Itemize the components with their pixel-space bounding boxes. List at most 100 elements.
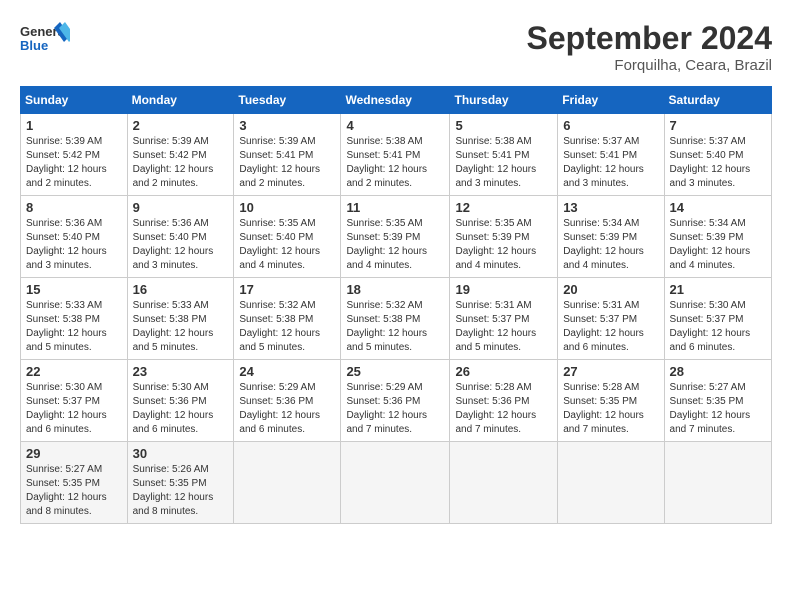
col-wednesday: Wednesday (341, 87, 450, 114)
calendar-cell: 7 Sunrise: 5:37 AM Sunset: 5:40 PM Dayli… (664, 114, 771, 196)
calendar-cell: 4 Sunrise: 5:38 AM Sunset: 5:41 PM Dayli… (341, 114, 450, 196)
day-number: 21 (670, 282, 766, 297)
svg-text:Blue: Blue (20, 38, 48, 53)
calendar-cell: 21 Sunrise: 5:30 AM Sunset: 5:37 PM Dayl… (664, 278, 771, 360)
day-info: Sunrise: 5:34 AM Sunset: 5:39 PM Dayligh… (670, 217, 766, 273)
day-info: Sunrise: 5:27 AM Sunset: 5:35 PM Dayligh… (26, 463, 122, 519)
day-number: 2 (133, 118, 229, 133)
calendar-cell: 2 Sunrise: 5:39 AM Sunset: 5:42 PM Dayli… (127, 114, 234, 196)
month-title: September 2024 (527, 20, 772, 57)
header: General Blue September 2024 Forquilha, C… (20, 20, 772, 74)
day-number: 10 (239, 200, 335, 215)
logo: General Blue (20, 20, 70, 60)
day-info: Sunrise: 5:35 AM Sunset: 5:40 PM Dayligh… (239, 217, 335, 273)
col-friday: Friday (558, 87, 664, 114)
calendar-cell: 20 Sunrise: 5:31 AM Sunset: 5:37 PM Dayl… (558, 278, 664, 360)
day-info: Sunrise: 5:33 AM Sunset: 5:38 PM Dayligh… (26, 299, 122, 355)
day-number: 18 (346, 282, 444, 297)
day-number: 19 (455, 282, 552, 297)
calendar-cell: 12 Sunrise: 5:35 AM Sunset: 5:39 PM Dayl… (450, 196, 558, 278)
day-number: 8 (26, 200, 122, 215)
day-info: Sunrise: 5:35 AM Sunset: 5:39 PM Dayligh… (346, 217, 444, 273)
day-number: 3 (239, 118, 335, 133)
calendar-cell (450, 442, 558, 524)
day-info: Sunrise: 5:36 AM Sunset: 5:40 PM Dayligh… (133, 217, 229, 273)
calendar-cell: 18 Sunrise: 5:32 AM Sunset: 5:38 PM Dayl… (341, 278, 450, 360)
day-info: Sunrise: 5:28 AM Sunset: 5:36 PM Dayligh… (455, 381, 552, 437)
calendar-header-row: Sunday Monday Tuesday Wednesday Thursday… (21, 87, 772, 114)
calendar-cell: 1 Sunrise: 5:39 AM Sunset: 5:42 PM Dayli… (21, 114, 128, 196)
calendar-cell: 29 Sunrise: 5:27 AM Sunset: 5:35 PM Dayl… (21, 442, 128, 524)
calendar-cell: 19 Sunrise: 5:31 AM Sunset: 5:37 PM Dayl… (450, 278, 558, 360)
day-number: 30 (133, 446, 229, 461)
day-info: Sunrise: 5:26 AM Sunset: 5:35 PM Dayligh… (133, 463, 229, 519)
col-saturday: Saturday (664, 87, 771, 114)
calendar-cell (234, 442, 341, 524)
day-info: Sunrise: 5:39 AM Sunset: 5:42 PM Dayligh… (26, 135, 122, 191)
calendar-week-5: 29 Sunrise: 5:27 AM Sunset: 5:35 PM Dayl… (21, 442, 772, 524)
day-info: Sunrise: 5:38 AM Sunset: 5:41 PM Dayligh… (455, 135, 552, 191)
day-number: 16 (133, 282, 229, 297)
calendar-cell (341, 442, 450, 524)
calendar-cell: 22 Sunrise: 5:30 AM Sunset: 5:37 PM Dayl… (21, 360, 128, 442)
day-number: 11 (346, 200, 444, 215)
calendar-table: Sunday Monday Tuesday Wednesday Thursday… (20, 86, 772, 524)
day-number: 25 (346, 364, 444, 379)
title-area: September 2024 Forquilha, Ceara, Brazil (527, 20, 772, 74)
day-info: Sunrise: 5:35 AM Sunset: 5:39 PM Dayligh… (455, 217, 552, 273)
calendar-cell (558, 442, 664, 524)
calendar-cell: 9 Sunrise: 5:36 AM Sunset: 5:40 PM Dayli… (127, 196, 234, 278)
day-info: Sunrise: 5:39 AM Sunset: 5:41 PM Dayligh… (239, 135, 335, 191)
day-number: 26 (455, 364, 552, 379)
calendar-cell: 23 Sunrise: 5:30 AM Sunset: 5:36 PM Dayl… (127, 360, 234, 442)
day-number: 14 (670, 200, 766, 215)
calendar-cell: 26 Sunrise: 5:28 AM Sunset: 5:36 PM Dayl… (450, 360, 558, 442)
day-info: Sunrise: 5:30 AM Sunset: 5:37 PM Dayligh… (670, 299, 766, 355)
calendar-cell: 24 Sunrise: 5:29 AM Sunset: 5:36 PM Dayl… (234, 360, 341, 442)
calendar-cell: 8 Sunrise: 5:36 AM Sunset: 5:40 PM Dayli… (21, 196, 128, 278)
calendar-cell: 25 Sunrise: 5:29 AM Sunset: 5:36 PM Dayl… (341, 360, 450, 442)
day-info: Sunrise: 5:29 AM Sunset: 5:36 PM Dayligh… (239, 381, 335, 437)
calendar-cell: 30 Sunrise: 5:26 AM Sunset: 5:35 PM Dayl… (127, 442, 234, 524)
day-info: Sunrise: 5:36 AM Sunset: 5:40 PM Dayligh… (26, 217, 122, 273)
logo-svg: General Blue (20, 20, 70, 60)
calendar-cell: 15 Sunrise: 5:33 AM Sunset: 5:38 PM Dayl… (21, 278, 128, 360)
col-thursday: Thursday (450, 87, 558, 114)
calendar-cell: 5 Sunrise: 5:38 AM Sunset: 5:41 PM Dayli… (450, 114, 558, 196)
calendar-cell: 14 Sunrise: 5:34 AM Sunset: 5:39 PM Dayl… (664, 196, 771, 278)
calendar-cell: 16 Sunrise: 5:33 AM Sunset: 5:38 PM Dayl… (127, 278, 234, 360)
calendar-cell: 27 Sunrise: 5:28 AM Sunset: 5:35 PM Dayl… (558, 360, 664, 442)
day-number: 9 (133, 200, 229, 215)
day-number: 28 (670, 364, 766, 379)
day-info: Sunrise: 5:30 AM Sunset: 5:37 PM Dayligh… (26, 381, 122, 437)
day-info: Sunrise: 5:32 AM Sunset: 5:38 PM Dayligh… (346, 299, 444, 355)
calendar-cell (664, 442, 771, 524)
day-number: 22 (26, 364, 122, 379)
day-number: 17 (239, 282, 335, 297)
day-info: Sunrise: 5:32 AM Sunset: 5:38 PM Dayligh… (239, 299, 335, 355)
col-sunday: Sunday (21, 87, 128, 114)
day-number: 5 (455, 118, 552, 133)
calendar-cell: 11 Sunrise: 5:35 AM Sunset: 5:39 PM Dayl… (341, 196, 450, 278)
day-info: Sunrise: 5:34 AM Sunset: 5:39 PM Dayligh… (563, 217, 658, 273)
calendar-cell: 6 Sunrise: 5:37 AM Sunset: 5:41 PM Dayli… (558, 114, 664, 196)
day-info: Sunrise: 5:29 AM Sunset: 5:36 PM Dayligh… (346, 381, 444, 437)
day-info: Sunrise: 5:39 AM Sunset: 5:42 PM Dayligh… (133, 135, 229, 191)
calendar-cell: 13 Sunrise: 5:34 AM Sunset: 5:39 PM Dayl… (558, 196, 664, 278)
day-number: 29 (26, 446, 122, 461)
day-info: Sunrise: 5:33 AM Sunset: 5:38 PM Dayligh… (133, 299, 229, 355)
day-info: Sunrise: 5:37 AM Sunset: 5:40 PM Dayligh… (670, 135, 766, 191)
calendar-cell: 10 Sunrise: 5:35 AM Sunset: 5:40 PM Dayl… (234, 196, 341, 278)
col-monday: Monday (127, 87, 234, 114)
day-info: Sunrise: 5:30 AM Sunset: 5:36 PM Dayligh… (133, 381, 229, 437)
day-number: 23 (133, 364, 229, 379)
day-number: 20 (563, 282, 658, 297)
calendar-week-4: 22 Sunrise: 5:30 AM Sunset: 5:37 PM Dayl… (21, 360, 772, 442)
day-info: Sunrise: 5:38 AM Sunset: 5:41 PM Dayligh… (346, 135, 444, 191)
calendar-week-2: 8 Sunrise: 5:36 AM Sunset: 5:40 PM Dayli… (21, 196, 772, 278)
calendar-cell: 28 Sunrise: 5:27 AM Sunset: 5:35 PM Dayl… (664, 360, 771, 442)
day-info: Sunrise: 5:31 AM Sunset: 5:37 PM Dayligh… (563, 299, 658, 355)
day-number: 12 (455, 200, 552, 215)
day-number: 15 (26, 282, 122, 297)
day-info: Sunrise: 5:31 AM Sunset: 5:37 PM Dayligh… (455, 299, 552, 355)
